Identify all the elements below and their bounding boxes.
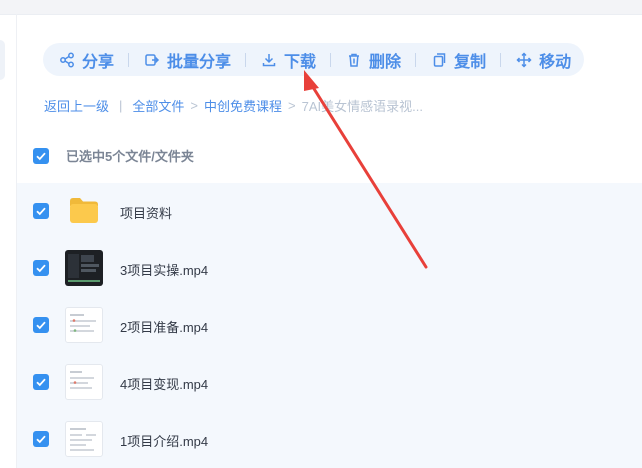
annotation-arrow — [304, 70, 428, 269]
